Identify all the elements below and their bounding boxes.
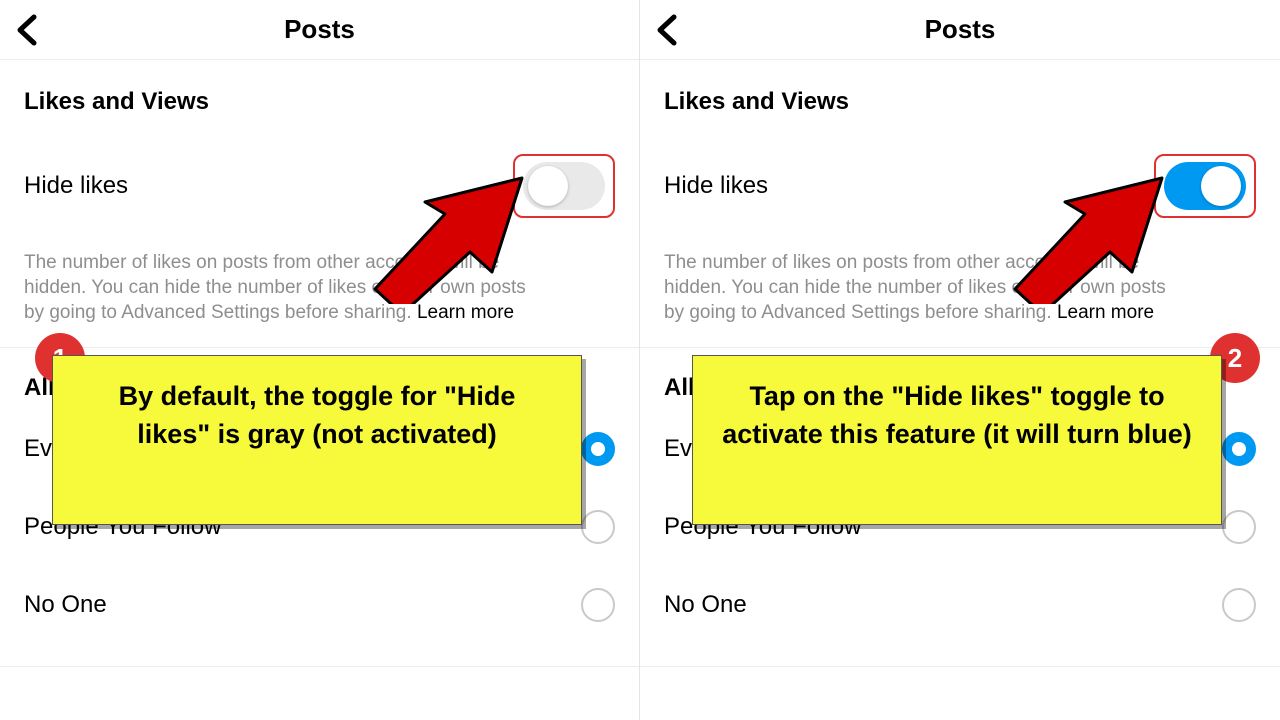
toggle-knob: [1201, 166, 1241, 206]
hide-likes-description: The number of likes on posts from other …: [640, 232, 1280, 348]
hide-likes-label: Hide likes: [24, 172, 128, 200]
option-no-one[interactable]: No One: [640, 566, 1280, 644]
callout-text: Tap on the "Hide likes" toggle to activa…: [692, 355, 1222, 525]
pane-left: Posts Likes and Views Hide likes The num…: [0, 0, 640, 720]
divider: [640, 666, 1280, 667]
divider: [0, 666, 639, 667]
back-button[interactable]: [14, 13, 40, 47]
section-likes-views: Likes and Views: [640, 60, 1280, 124]
hide-likes-row: Hide likes: [640, 124, 1280, 232]
toggle-highlight: [513, 154, 615, 218]
option-noone-label: No One: [664, 591, 747, 619]
hide-likes-toggle[interactable]: [1164, 162, 1246, 210]
radio-people[interactable]: [1222, 510, 1256, 544]
radio-noone[interactable]: [1222, 588, 1256, 622]
option-no-one[interactable]: No One: [0, 566, 639, 644]
radio-noone[interactable]: [581, 588, 615, 622]
radio-everyone[interactable]: [581, 432, 615, 466]
option-everyone-label: Ev: [664, 435, 692, 463]
learn-more-link[interactable]: Learn more: [417, 302, 514, 323]
pane-right: Posts Likes and Views Hide likes The num…: [640, 0, 1280, 720]
radio-people[interactable]: [581, 510, 615, 544]
hide-likes-label: Hide likes: [664, 172, 768, 200]
section-likes-views: Likes and Views: [0, 60, 639, 124]
page-title: Posts: [925, 14, 996, 45]
option-noone-label: No One: [24, 591, 107, 619]
hide-likes-toggle[interactable]: [523, 162, 605, 210]
header: Posts: [0, 0, 639, 60]
hide-likes-description: The number of likes on posts from other …: [0, 232, 639, 348]
option-everyone-label: Ev: [24, 435, 52, 463]
page-title: Posts: [284, 14, 355, 45]
toggle-highlight: [1154, 154, 1256, 218]
header: Posts: [640, 0, 1280, 60]
callout-text: By default, the toggle for "Hide likes" …: [52, 355, 582, 525]
radio-everyone[interactable]: [1222, 432, 1256, 466]
back-button[interactable]: [654, 13, 680, 47]
toggle-knob: [528, 166, 568, 206]
learn-more-link[interactable]: Learn more: [1057, 302, 1154, 323]
hide-likes-row: Hide likes: [0, 124, 639, 232]
